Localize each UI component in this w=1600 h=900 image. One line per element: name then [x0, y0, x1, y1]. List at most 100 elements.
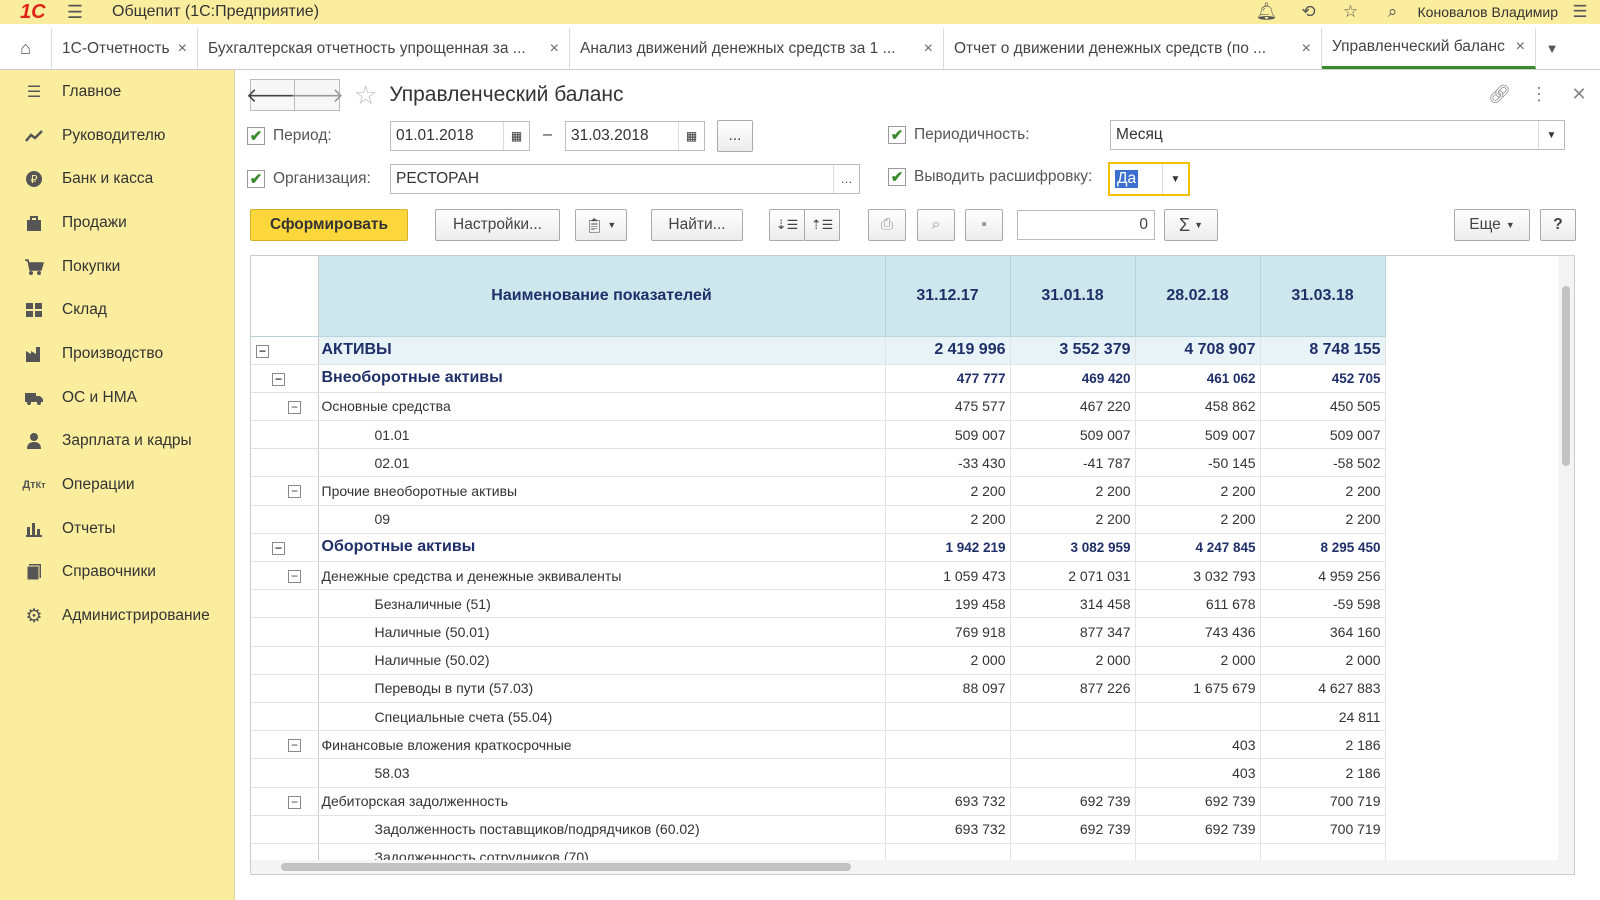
calendar-icon[interactable]: ▦	[503, 122, 529, 150]
collapse-toggle-icon[interactable]: −	[288, 739, 301, 753]
tab-management-balance[interactable]: Управленческий баланс ×	[1322, 28, 1536, 69]
sidebar-item-sales[interactable]: Продажи	[0, 201, 234, 245]
favorites-star-icon[interactable]: ☆	[1330, 2, 1372, 22]
organization-checkbox[interactable]: ✔	[247, 170, 265, 188]
table-row[interactable]: − АКТИВЫ 2 419 996 3 552 379 4 708 907 8 748 …	[251, 336, 1386, 365]
table-row[interactable]: − Финансовые вложения краткосрочные 403 2 1…	[251, 730, 1386, 760]
sum-field[interactable]: 0	[1017, 210, 1155, 240]
sidebar-item-payroll[interactable]: Зарплата и кадры	[0, 420, 234, 464]
table-row[interactable]: Переводы в пути (57.03) 88 097 877 226 1 67…	[251, 674, 1386, 703]
close-icon[interactable]: ×	[178, 40, 187, 58]
user-name[interactable]: Коновалов Владимир	[1418, 4, 1558, 20]
more-actions-icon[interactable]: ⋮	[1528, 84, 1550, 105]
table-row[interactable]: 01.01 509 007 509 007 509 007 509 007	[251, 420, 1386, 450]
period-checkbox[interactable]: ✔	[247, 127, 265, 145]
find-button[interactable]: Найти...	[651, 209, 743, 241]
table-row[interactable]: Безналичные (51) 199 458 314 458 611 678 -59…	[251, 589, 1386, 619]
collapse-toggle-icon[interactable]: −	[272, 372, 285, 386]
scroll-thumb[interactable]	[1562, 286, 1570, 466]
table-row[interactable]: − Дебиторская задолженность 693 732 692 739…	[251, 787, 1386, 816]
collapse-all-button[interactable]: ⇡☰	[804, 209, 840, 241]
breakdown-select[interactable]: Да ▼	[1108, 162, 1190, 196]
more-button[interactable]: Еще ▼	[1454, 209, 1530, 241]
link-icon[interactable]: 🔗︎	[1488, 84, 1511, 105]
variant-button[interactable]: 📋︎ ▼	[575, 209, 627, 241]
table-row[interactable]: − Денежные средства и денежные эквивалент…	[251, 561, 1386, 591]
period-from-field[interactable]: 01.01.2018 ▦	[390, 121, 530, 151]
collapse-toggle-icon[interactable]: −	[272, 541, 285, 555]
period-select-button[interactable]: ...	[717, 120, 753, 152]
sidebar-item-fixed-assets[interactable]: ОС и НМА	[0, 376, 234, 420]
save-button[interactable]: ▪	[965, 209, 1003, 241]
table-row[interactable]: − Оборотные активы 1 942 219 3 082 959 4 247…	[251, 533, 1386, 563]
table-row[interactable]: 09 2 200 2 200 2 200 2 200	[251, 505, 1386, 534]
chevron-down-icon[interactable]: ▼	[1162, 164, 1188, 194]
generate-button[interactable]: Сформировать	[250, 209, 408, 241]
close-icon[interactable]: ×	[1302, 40, 1311, 58]
settings-menu-icon[interactable]: ☰	[1568, 2, 1592, 22]
calendar-icon[interactable]: ▦	[678, 122, 704, 150]
table-row[interactable]: Наличные (50.02) 2 000 2 000 2 000 2 000	[251, 646, 1386, 675]
print-button[interactable]: ⎙	[868, 209, 906, 241]
collapse-toggle-icon[interactable]: −	[256, 344, 269, 358]
history-icon[interactable]: ⟲	[1288, 2, 1330, 22]
collapse-toggle-icon[interactable]: −	[288, 570, 301, 583]
sum-mode-button[interactable]: Σ ▼	[1164, 209, 1218, 241]
tab-accounting-report[interactable]: Бухгалтерская отчетность упрощенная за .…	[198, 28, 570, 69]
close-icon[interactable]: ×	[550, 40, 559, 58]
preview-button[interactable]: ⌕	[917, 209, 955, 241]
table-row[interactable]: 58.03 403 2 186	[251, 758, 1386, 788]
close-icon[interactable]: ×	[924, 40, 933, 58]
value-cell: 2 200	[885, 505, 1011, 534]
table-row[interactable]: − Внеоборотные активы 477 777 469 420 461 06…	[251, 364, 1386, 393]
table-row[interactable]: Специальные счета (55.04) 24 811	[251, 702, 1386, 732]
sidebar-item-reports[interactable]: Отчеты	[0, 507, 234, 551]
organization-field[interactable]: РЕСТОРАН…	[390, 164, 860, 194]
table-row[interactable]: Задолженность поставщиков/подрядчиков (6…	[251, 815, 1386, 844]
sidebar-item-main[interactable]: ☰ Главное	[0, 70, 234, 114]
collapse-toggle-icon[interactable]: −	[288, 400, 301, 414]
back-button[interactable]: 🡐	[246, 79, 299, 111]
breakdown-checkbox[interactable]: ✔	[888, 168, 906, 186]
close-icon[interactable]: ×	[1516, 38, 1525, 56]
tab-cash-flow-analysis[interactable]: Анализ движений денежных средств за 1 ..…	[570, 28, 944, 69]
sidebar-item-catalogs[interactable]: Справочники	[0, 551, 234, 595]
sidebar-item-label: Главное	[62, 82, 122, 100]
sidebar-item-purchases[interactable]: Покупки	[0, 245, 234, 289]
table-row[interactable]: 02.01 -33 430 -41 787 -50 145 -58 502	[251, 448, 1386, 478]
expand-all-button[interactable]: ⇣☰	[769, 209, 805, 241]
settings-button[interactable]: Настройки...	[435, 209, 560, 241]
sidebar-item-manager[interactable]: Руководителю	[0, 114, 234, 158]
help-button[interactable]: ?	[1540, 209, 1576, 241]
value-cell: 314 458	[1010, 589, 1136, 619]
collapse-toggle-icon[interactable]: −	[288, 795, 301, 809]
close-form-icon[interactable]: ✕	[1568, 84, 1590, 105]
horizontal-scrollbar[interactable]	[251, 860, 1561, 874]
bell-icon[interactable]: 🔔︎	[1246, 2, 1288, 22]
periodicity-select[interactable]: Месяц ▼	[1110, 120, 1565, 150]
sidebar-item-bank[interactable]: ₽ Банк и касса	[0, 157, 234, 201]
report-spreadsheet[interactable]: Наименование показателей 31.12.17 31.01.…	[250, 255, 1575, 875]
tabs-dropdown-icon[interactable]: ▼	[1536, 28, 1568, 69]
tab-1c-reporting[interactable]: 1С-Отчетность ×	[52, 28, 198, 69]
table-row[interactable]: − Основные средства 475 577 467 220 458 862 4…	[251, 392, 1386, 422]
main-menu-icon[interactable]: ☰	[60, 2, 90, 23]
sidebar-item-administration[interactable]: ⚙ Администрирование	[0, 594, 234, 638]
period-to-field[interactable]: 31.03.2018 ▦	[565, 121, 705, 151]
sidebar-item-operations[interactable]: Дт Кт Операции	[0, 463, 234, 507]
periodicity-checkbox[interactable]: ✔	[888, 126, 906, 144]
tab-cash-flow-report[interactable]: Отчет о движении денежных средств (по ..…	[944, 28, 1322, 69]
sidebar-item-production[interactable]: Производство	[0, 332, 234, 376]
scroll-thumb[interactable]	[281, 863, 851, 871]
table-row[interactable]: Наличные (50.01) 769 918 877 347 743 436 364…	[251, 617, 1386, 647]
vertical-scrollbar[interactable]	[1558, 256, 1574, 874]
chevron-down-icon[interactable]: ▼	[1538, 121, 1564, 149]
forward-button[interactable]: 🡒	[290, 79, 344, 111]
favorite-star-icon[interactable]: ☆	[354, 80, 377, 111]
select-ellipsis-icon[interactable]: …	[833, 165, 859, 193]
collapse-toggle-icon[interactable]: −	[288, 485, 301, 499]
search-icon[interactable]: ⌕	[1372, 2, 1414, 22]
sidebar-item-warehouse[interactable]: Склад	[0, 288, 234, 332]
table-row[interactable]: − Прочие внеоборотные активы 2 200 2 200 2 2…	[251, 476, 1386, 506]
home-icon[interactable]: ⌂	[0, 28, 52, 69]
